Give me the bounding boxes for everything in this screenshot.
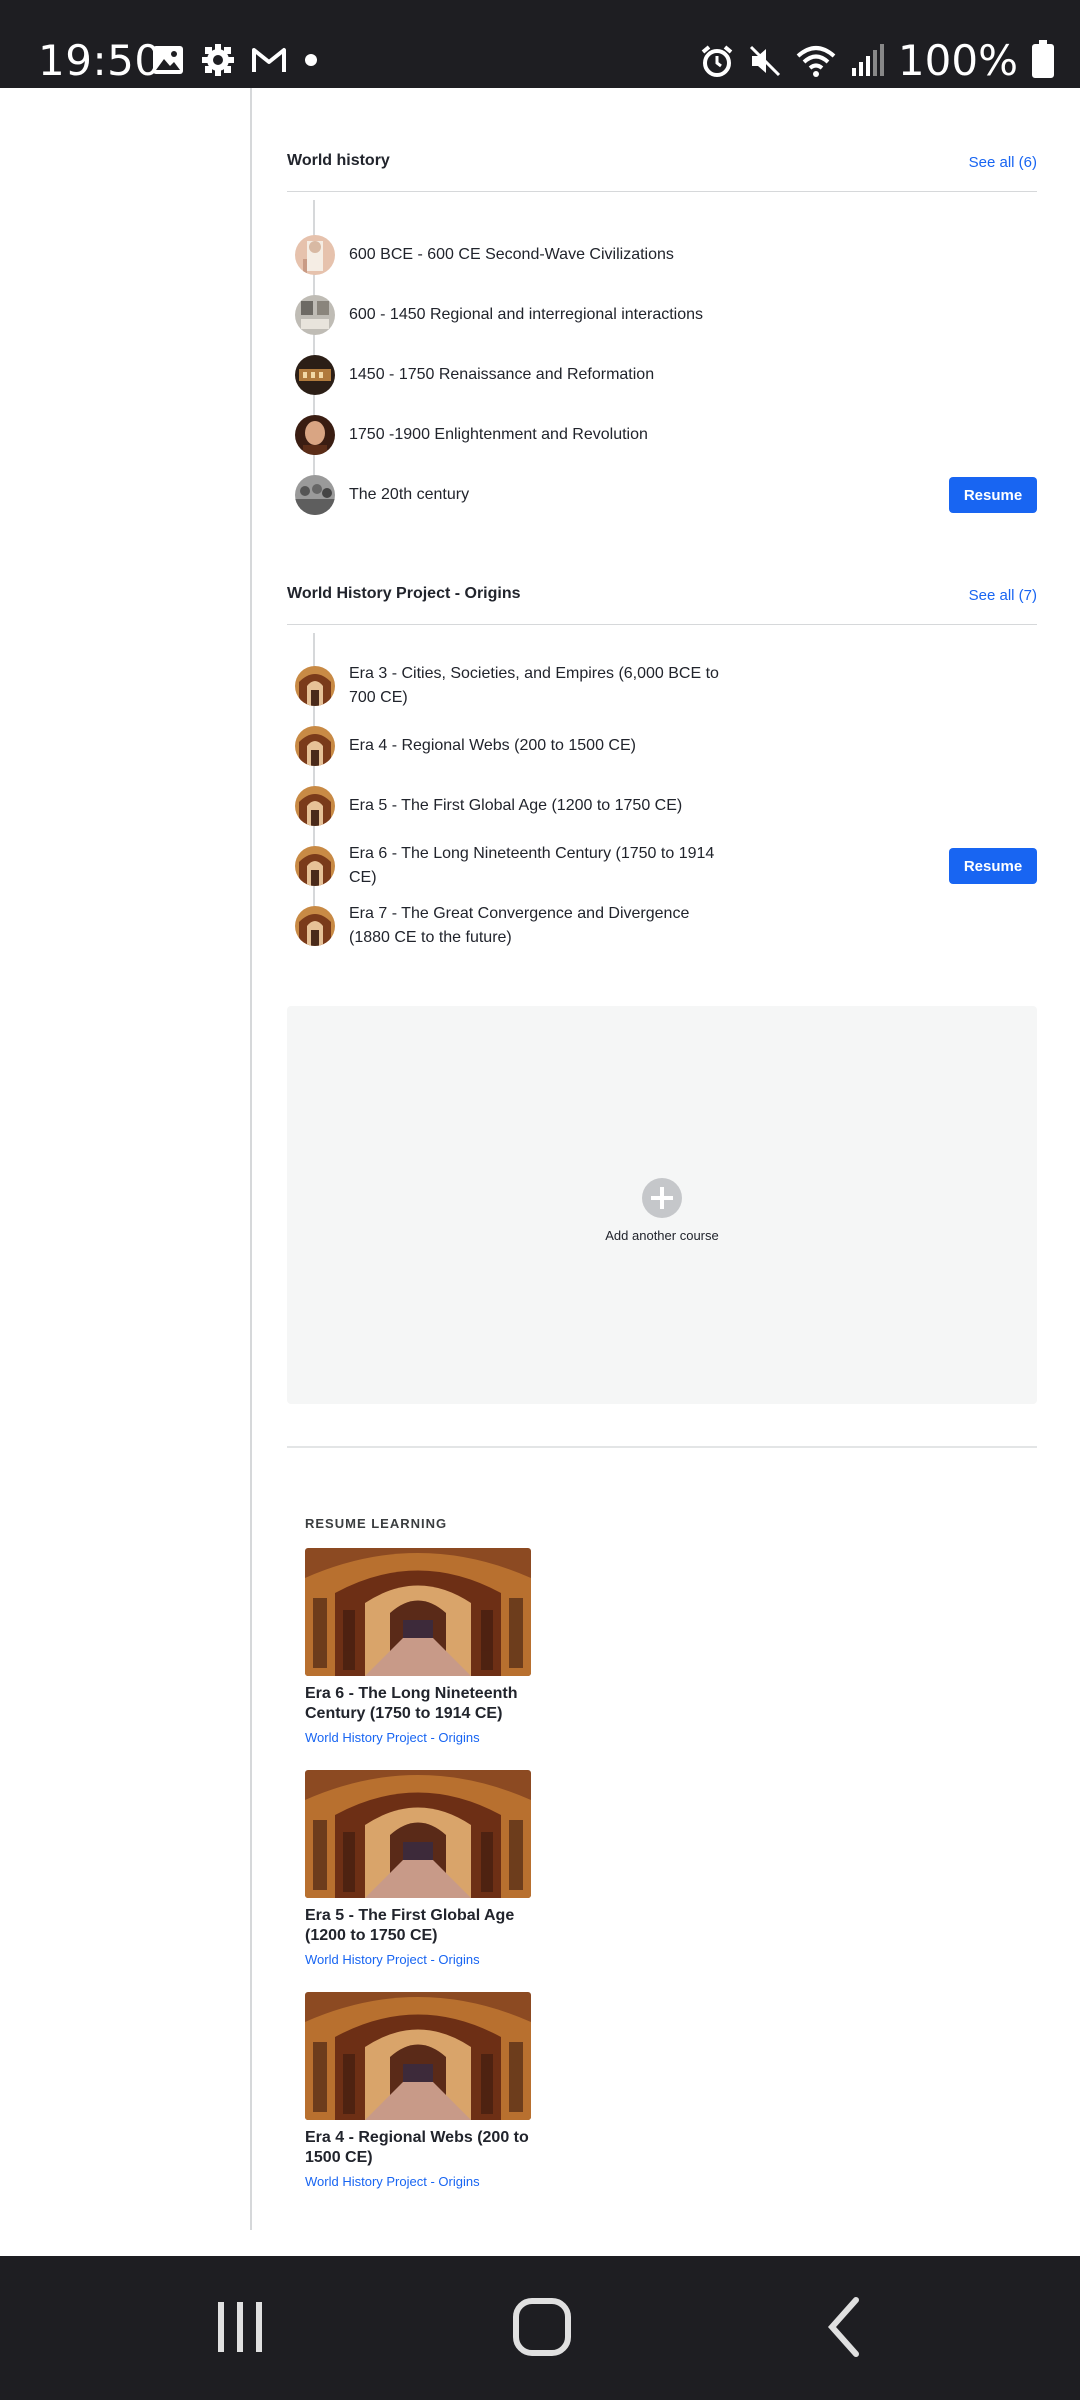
battery-percent: 100% <box>897 36 1018 85</box>
unit-thumbnail <box>295 295 335 335</box>
unit-title: 1450 - 1750 Renaissance and Reformation <box>349 366 655 383</box>
status-time: 19:50 <box>38 36 162 85</box>
section-header-whp-origins: World History Project - Origins See all … <box>287 575 1037 625</box>
unit-title: The 20th century <box>349 486 470 503</box>
alarm-icon <box>701 44 733 77</box>
left-sidebar <box>0 88 252 2230</box>
unit-thumbnail <box>295 786 335 826</box>
section-title: World history <box>287 152 390 169</box>
resume-card-image[interactable] <box>305 1992 531 2120</box>
resume-card-title[interactable]: Era 5 - The First Global Age (1200 to 17… <box>305 1906 531 1946</box>
unit-thumbnail <box>295 726 335 766</box>
home-icon[interactable] <box>502 2292 582 2362</box>
resume-card[interactable]: Era 6 - The Long Nineteenth Century (175… <box>305 1548 531 1745</box>
unit-title: Era 6 - The Long Nineteenth Century (175… <box>349 845 715 886</box>
unit-row[interactable]: 1750 -1900 Enlightenment and Revolution <box>287 405 1037 465</box>
unit-row[interactable]: Era 3 - Cities, Societies, and Empires (… <box>287 656 1037 716</box>
section-header-world-history: World history See all (6) <box>287 142 1037 192</box>
add-course-card[interactable]: Add another course <box>287 1006 1037 1404</box>
resume-card-course-link[interactable]: World History Project - Origins <box>305 1952 531 1967</box>
gmail-icon <box>252 48 286 72</box>
unit-title: Era 7 - The Great Convergence and Diverg… <box>349 905 690 946</box>
unit-row[interactable]: The 20th century Resume <box>287 465 1037 525</box>
resume-card[interactable]: Era 5 - The First Global Age (1200 to 17… <box>305 1770 531 1967</box>
resume-card-image[interactable] <box>305 1548 531 1676</box>
image-icon <box>153 46 183 74</box>
unit-row[interactable]: Era 4 - Regional Webs (200 to 1500 CE) <box>287 716 1037 776</box>
unit-thumbnail <box>295 235 335 275</box>
settings-icon <box>202 44 234 76</box>
unit-row[interactable]: 1450 - 1750 Renaissance and Reformation <box>287 345 1037 405</box>
unit-thumbnail <box>295 846 335 886</box>
resume-learning-heading: RESUME LEARNING <box>305 1516 448 1531</box>
unit-title: Era 3 - Cities, Societies, and Empires (… <box>349 665 719 706</box>
system-nav-bar <box>0 2256 1080 2400</box>
unit-title: Era 4 - Regional Webs (200 to 1500 CE) <box>349 737 636 754</box>
resume-button[interactable]: Resume <box>949 477 1037 513</box>
unit-thumbnail <box>295 666 335 706</box>
recents-icon[interactable] <box>200 2292 280 2362</box>
unit-thumbnail <box>295 415 335 455</box>
status-right-icons: 100% <box>700 36 1054 85</box>
signal-icon <box>851 43 884 76</box>
resume-card-title[interactable]: Era 6 - The Long Nineteenth Century (175… <box>305 1684 531 1724</box>
unit-row[interactable]: Era 6 - The Long Nineteenth Century (175… <box>287 836 1037 896</box>
resume-card[interactable]: Era 4 - Regional Webs (200 to 1500 CE) W… <box>305 1992 531 2189</box>
unit-title: Era 5 - The First Global Age (1200 to 17… <box>349 797 683 814</box>
unit-title: 600 - 1450 Regional and interregional in… <box>349 306 704 323</box>
unit-row[interactable]: 600 - 1450 Regional and interregional in… <box>287 285 1037 345</box>
unit-title: 600 BCE - 600 CE Second-Wave Civilizatio… <box>349 246 674 263</box>
unit-row[interactable]: 600 BCE - 600 CE Second-Wave Civilizatio… <box>287 225 1037 285</box>
add-course-label: Add another course <box>605 1228 719 1243</box>
mute-icon <box>749 45 780 76</box>
resume-card-course-link[interactable]: World History Project - Origins <box>305 1730 531 1745</box>
unit-row[interactable]: Era 5 - The First Global Age (1200 to 17… <box>287 776 1037 836</box>
see-all-link[interactable]: See all (7) <box>969 587 1037 604</box>
unit-thumbnail <box>295 475 335 515</box>
see-all-link[interactable]: See all (6) <box>969 154 1037 171</box>
unit-thumbnail <box>295 355 335 395</box>
content-area[interactable]: World history See all (6) 600 BCE - 600 … <box>0 88 1080 2230</box>
status-left-icons <box>152 44 318 76</box>
resume-button[interactable]: Resume <box>949 848 1037 884</box>
unit-row[interactable]: Era 7 - The Great Convergence and Diverg… <box>287 896 1037 956</box>
dot-icon <box>305 54 317 66</box>
divider <box>287 1446 1037 1448</box>
wifi-icon <box>796 45 836 77</box>
back-icon[interactable] <box>806 2292 886 2362</box>
status-bar: 19:50 100% <box>0 0 1080 88</box>
unit-title: 1750 -1900 Enlightenment and Revolution <box>349 426 648 443</box>
resume-card-image[interactable] <box>305 1770 531 1898</box>
battery-icon <box>1032 39 1054 78</box>
plus-circle-icon[interactable] <box>642 1178 682 1218</box>
unit-thumbnail <box>295 906 335 946</box>
resume-card-course-link[interactable]: World History Project - Origins <box>305 2174 531 2189</box>
section-title: World History Project - Origins <box>287 585 521 602</box>
resume-card-title[interactable]: Era 4 - Regional Webs (200 to 1500 CE) <box>305 2128 531 2168</box>
